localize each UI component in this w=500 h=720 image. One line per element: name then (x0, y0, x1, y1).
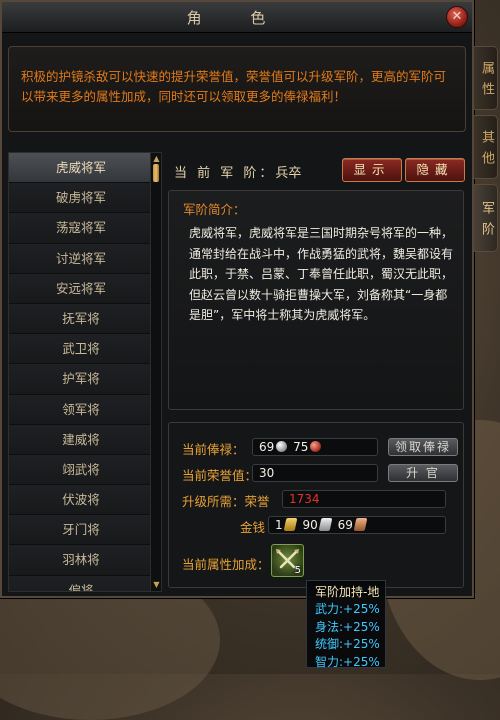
copper-ingot-icon (353, 518, 368, 531)
salary-red: 75 (293, 440, 309, 454)
rank-item[interactable]: 伏波将 (9, 485, 153, 516)
promote-button[interactable]: 升 官 (388, 464, 458, 482)
tab-military-rank[interactable]: 军阶 (474, 184, 498, 252)
rank-item-selected[interactable]: 虎威将军 (9, 153, 153, 184)
money-value: 1 90 69 (268, 516, 446, 534)
description-heading: 军阶简介： (183, 202, 246, 217)
attribute-bonus-label: 当前属性加成： (182, 557, 270, 572)
rank-item[interactable]: 抚军将 (9, 303, 153, 335)
rank-item[interactable]: 偏将 (9, 575, 153, 591)
salary-value: 69 75 (252, 438, 378, 456)
title-bar[interactable]: 角 色 ✕ (2, 2, 472, 33)
close-button[interactable]: ✕ (446, 6, 468, 28)
description-text: 虎威将军，虎威将军是三国时期杂号将军的一种，通常封给在战斗中，作战勇猛的武将，魏… (189, 226, 454, 322)
rank-item[interactable]: 武卫将 (9, 334, 153, 365)
collect-salary-button[interactable]: 领取俸禄 (388, 438, 458, 456)
money-gold: 1 (275, 518, 283, 532)
character-window: 角 色 ✕ 积极的护镜杀敌可以快速的提升荣誉值，荣誉值可以升级军阶，更高的军阶可… (0, 0, 474, 598)
attribute-tooltip: 军阶加持-地 武力:+25% 身法:+25% 统御:+25% 智力:+25% (306, 580, 386, 669)
scroll-up-icon[interactable]: ▲ (152, 155, 161, 163)
money-silver: 90 (302, 518, 318, 532)
rank-item[interactable]: 荡寇将军 (9, 213, 153, 244)
rank-description-panel: 军阶简介： 虎威将军，虎威将军是三国时期杂号将军的一种，通常封给在战斗中，作战勇… (168, 190, 464, 410)
rank-item[interactable]: 破虏将军 (9, 183, 153, 214)
attribute-bonus-icon[interactable]: 5 (271, 544, 304, 577)
upgrade-requirement-label: 升级所需：荣誉 (182, 494, 270, 509)
current-rank: 当 前 军 阶：兵卒 (174, 162, 301, 181)
scroll-thumb[interactable] (153, 164, 159, 182)
tooltip-line-agility: 身法:+25% (315, 619, 380, 634)
rank-item[interactable]: 领军将 (9, 394, 153, 425)
rank-item[interactable]: 羽林将 (9, 545, 153, 576)
tab-attributes[interactable]: 属性 (474, 46, 498, 110)
rank-item[interactable]: 翊武将 (9, 454, 153, 486)
gold-ingot-icon (283, 518, 298, 531)
close-icon: ✕ (451, 9, 463, 24)
tooltip-line-command: 统御:+25% (315, 637, 380, 651)
rank-item[interactable]: 建威将 (9, 424, 153, 455)
upgrade-honor-value: 1734 (282, 490, 446, 508)
show-button[interactable]: 显示 (342, 158, 402, 182)
tab-other[interactable]: 其他 (474, 115, 498, 179)
current-rank-label: 当 前 军 阶： (174, 166, 276, 181)
honor-value: 30 (252, 464, 378, 482)
money-label: 金钱 (240, 520, 266, 535)
attribute-bonus-count: 5 (294, 565, 301, 576)
honor-label: 当前荣誉值： (182, 468, 258, 483)
rank-item[interactable]: 安远将军 (9, 273, 153, 304)
salary-silver: 69 (259, 440, 275, 454)
rank-item[interactable]: 牙门将 (9, 515, 153, 546)
tooltip-line-intellect: 智力:+25% (315, 654, 380, 669)
tooltip-line-strength: 武力:+25% (315, 602, 380, 616)
honor-notice: 积极的护镜杀敌可以快速的提升荣誉值，荣誉值可以升级军阶，更高的军阶可以带来更多的… (8, 46, 466, 132)
money-copper: 69 (337, 518, 353, 532)
scroll-down-icon[interactable]: ▼ (152, 581, 161, 589)
rank-item[interactable]: 讨逆将军 (9, 243, 153, 274)
hide-button[interactable]: 隐藏 (405, 158, 465, 182)
current-rank-value: 兵卒 (275, 166, 302, 181)
red-coin-icon (310, 441, 322, 452)
window-title: 角 色 (186, 9, 288, 27)
rank-list-scrollbar[interactable]: ▲ ▼ (150, 152, 162, 592)
salary-label: 当前俸禄： (182, 442, 245, 457)
silver-coin-icon (276, 441, 288, 452)
rank-list[interactable]: 虎威将军 破虏将军 荡寇将军 讨逆将军 安远将军 抚军将 武卫将 护军将 领军将… (8, 152, 154, 592)
tooltip-title: 军阶加持-地 (315, 585, 380, 599)
rank-item[interactable]: 护军将 (9, 364, 153, 395)
silver-ingot-icon (318, 518, 333, 531)
side-tab-bar: 属性 其他 军阶 (474, 46, 498, 257)
